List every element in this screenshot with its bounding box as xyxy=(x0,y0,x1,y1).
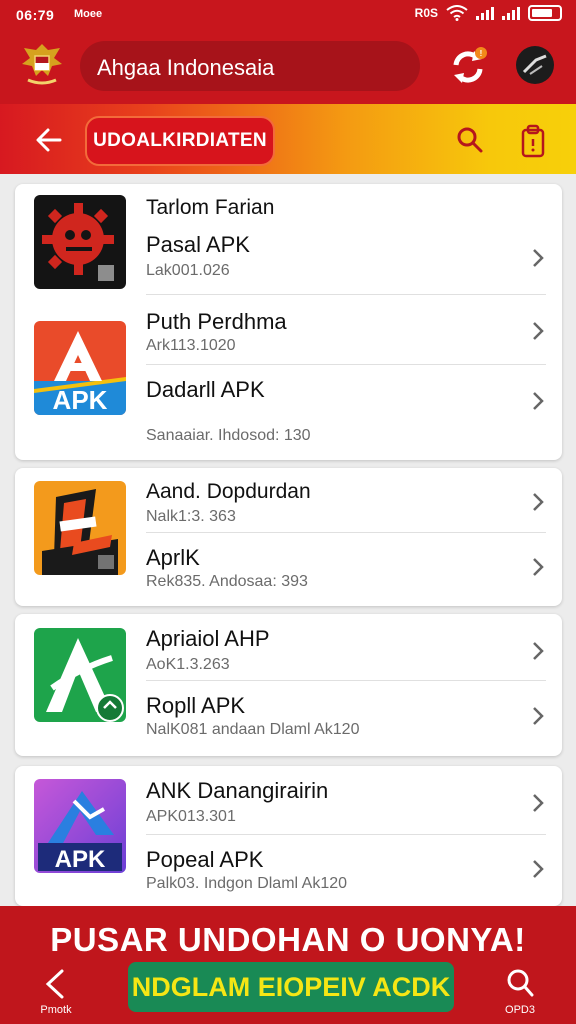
status-icons: R0S xyxy=(415,5,562,21)
clipboard-icon[interactable] xyxy=(520,124,546,158)
list-item[interactable]: Pasal APK Lak001.026 xyxy=(146,232,546,294)
list-item[interactable]: Aand. Dopdurdan Nalk1:3. 363 xyxy=(146,480,546,532)
signal-icon-2 xyxy=(502,6,520,20)
chevron-right-icon[interactable] xyxy=(532,706,544,726)
stylized-letter-icon xyxy=(42,489,118,575)
app-icon-green[interactable] xyxy=(34,628,126,722)
search-input[interactable]: Ahgaa Indonesaia xyxy=(80,41,420,91)
list-item[interactable]: Apriaiol AHP AoK1.3.263 xyxy=(146,626,546,680)
list-item[interactable]: AprlK Rek835. Andosaa: 393 xyxy=(146,532,546,600)
sub-header: UDOALKIRDIATEN xyxy=(0,104,576,174)
nav-right-label[interactable]: OPD3 xyxy=(500,1004,540,1016)
app-card: Aand. Dopdurdan Nalk1:3. 363 AprlK Rek83… xyxy=(15,468,562,606)
item-subtitle: Sanaaiar. Ihdosod: 130 xyxy=(146,427,311,444)
list-item[interactable]: ANK Danangirairin APK013.301 xyxy=(146,778,546,834)
gear-skull-icon xyxy=(42,203,114,281)
search-icon[interactable] xyxy=(456,126,484,154)
item-subtitle: Ark113.1020 xyxy=(146,337,236,354)
signal-icon xyxy=(476,6,494,20)
list-item[interactable]: Puth Perdhma Ark113.1020 xyxy=(146,294,546,364)
app-card: Apriaiol AHP AoK1.3.263 Ropll APK NalK08… xyxy=(15,614,562,756)
apk-logo-icon: APK xyxy=(34,331,126,415)
item-subtitle: APK013.301 xyxy=(146,808,236,825)
battery-icon xyxy=(528,5,562,21)
back-chevron-icon[interactable] xyxy=(42,968,68,1000)
chevron-right-icon[interactable] xyxy=(532,492,544,512)
item-subtitle: Palk03. Indgon Dlaml Ak120 xyxy=(146,875,348,892)
item-title: Puth Perdhma xyxy=(146,309,287,334)
item-subtitle: Nalk1:3. 363 xyxy=(146,508,236,525)
app-icon-orange[interactable] xyxy=(34,481,126,575)
network-label: R0S xyxy=(414,6,438,20)
chevron-right-icon[interactable] xyxy=(532,641,544,661)
app-icon-purple[interactable]: APK xyxy=(34,779,126,873)
garuda-emblem-icon xyxy=(22,44,62,85)
item-title: Apriaiol AHP xyxy=(146,626,270,651)
item-title: Ropll APK xyxy=(146,693,246,718)
chevron-right-icon[interactable] xyxy=(532,248,544,268)
banner-title: PUSAR UNDOHAN O UONYA! xyxy=(50,921,526,958)
chevron-right-icon[interactable] xyxy=(532,391,544,411)
svg-text:!: ! xyxy=(480,49,483,58)
status-carrier: Moee xyxy=(74,8,103,20)
app-card: APK ANK Danangirairin APK013.301 Popeal … xyxy=(15,766,562,906)
search-text: Ahgaa Indonesaia xyxy=(97,55,275,80)
purple-apk-icon: APK xyxy=(38,791,122,873)
wifi-icon xyxy=(446,5,468,21)
item-subtitle: Lak001.026 xyxy=(146,262,230,279)
status-bar: 06:79 Moee R0S xyxy=(0,0,576,30)
chevron-right-icon[interactable] xyxy=(532,557,544,577)
nav-left-label[interactable]: Pmotk xyxy=(36,1004,76,1016)
card-header: Tarlom Farian xyxy=(146,196,275,219)
app-icon-apk-red[interactable]: APK xyxy=(34,321,126,415)
avatar-icon xyxy=(522,54,547,75)
search-icon[interactable] xyxy=(506,968,534,998)
item-subtitle: AoK1.3.263 xyxy=(146,656,230,673)
item-title: Popeal APK xyxy=(146,847,264,872)
status-time: 06:79 xyxy=(16,7,55,23)
green-a-icon xyxy=(46,638,124,722)
section-pill-button[interactable]: UDOALKIRDIATEN xyxy=(85,116,275,166)
item-title: Aand. Dopdurdan xyxy=(146,480,311,503)
download-cta-button[interactable]: NDGLAM EIOPEIV ACDK xyxy=(128,962,454,1012)
apk-label: APK xyxy=(55,846,106,873)
list-item[interactable]: Dadarll APK Sanaaiar. Ihdosod: 130 xyxy=(146,364,546,454)
apk-label: APK xyxy=(53,385,108,415)
item-title: Pasal APK xyxy=(146,232,250,257)
promo-banner: PUSAR UNDOHAN O UONYA! Pmotk NDGLAM EIOP… xyxy=(0,906,576,1024)
item-subtitle: Rek835. Andosaa: 393 xyxy=(146,573,308,590)
sync-icon[interactable]: ! xyxy=(448,47,488,87)
chevron-right-icon[interactable] xyxy=(532,859,544,879)
list-item[interactable]: Popeal APK Palk03. Indgon Dlaml Ak120 xyxy=(146,834,546,904)
list-item[interactable]: Ropll APK NalK081 andaan Dlaml Ak120 xyxy=(146,680,546,750)
chevron-right-icon[interactable] xyxy=(532,321,544,341)
app-icon-gear[interactable] xyxy=(34,195,126,289)
item-subtitle: NalK081 andaan Dlaml Ak120 xyxy=(146,721,360,738)
user-avatar[interactable] xyxy=(516,46,554,84)
top-app-bar: 06:79 Moee R0S Ahgaa Indonesaia ! xyxy=(0,0,576,104)
item-title: Dadarll APK xyxy=(146,377,265,402)
app-card: Tarlom Farian Pasal APK Lak001.026 APK P… xyxy=(15,184,562,460)
chevron-right-icon[interactable] xyxy=(532,793,544,813)
back-arrow-icon[interactable] xyxy=(34,125,64,155)
item-title: AprlK xyxy=(146,545,200,570)
item-title: ANK Danangirairin xyxy=(146,778,329,803)
